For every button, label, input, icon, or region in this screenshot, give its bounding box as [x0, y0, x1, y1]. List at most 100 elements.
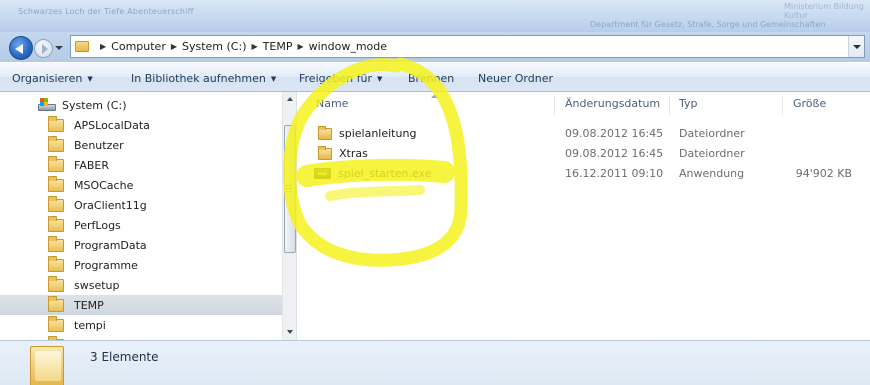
item-count: 3 Elemente — [90, 350, 159, 364]
folder-icon — [318, 125, 332, 140]
column-divider[interactable] — [554, 96, 555, 116]
grip-icon — [286, 185, 292, 192]
column-header-type[interactable]: Typ — [679, 97, 698, 117]
forward-arrow-icon[interactable] — [34, 39, 53, 58]
folder-icon — [48, 175, 64, 192]
tree-item-label: ProgramData — [74, 238, 147, 252]
tree-item-faber[interactable]: FABER — [0, 155, 283, 175]
file-name: Xtras — [339, 147, 368, 160]
file-row[interactable]: spielanleitung 09.08.2012 16:45 Dateiord… — [298, 124, 870, 144]
tree-item-temp[interactable]: TEMP — [0, 295, 283, 315]
recent-pages-dropdown-icon[interactable] — [55, 46, 63, 50]
back-arrow-icon[interactable] — [9, 36, 33, 60]
tree-item-oraclient11g[interactable]: OraClient11g — [0, 195, 283, 215]
column-divider[interactable] — [669, 96, 670, 116]
breadcrumb-computer[interactable]: Computer — [111, 40, 166, 53]
file-name: spiel_starten.exe — [338, 167, 432, 180]
file-type: Dateiordner — [679, 147, 745, 160]
file-name-cell[interactable]: spielanleitung — [318, 125, 417, 140]
folder-icon — [48, 195, 64, 212]
file-date: 16.12.2011 09:10 — [565, 167, 664, 180]
folder-icon — [30, 346, 64, 385]
tree-item-programme[interactable]: Programme — [0, 255, 283, 275]
file-size: 94'902 KB — [795, 167, 852, 180]
file-date: 09.08.2012 16:45 — [565, 127, 664, 140]
file-row[interactable]: spiel_starten.exe 16.12.2011 09:10 Anwen… — [298, 164, 870, 184]
tree-item-msocache[interactable]: MSOCache — [0, 175, 283, 195]
scroll-up-arrow-icon[interactable] — [283, 92, 296, 107]
chevron-down-icon: ▼ — [376, 74, 383, 83]
burn-button[interactable]: Brennen — [408, 72, 454, 85]
folder-icon — [75, 41, 89, 52]
share-with-button[interactable]: Freigeben für ▼ — [299, 72, 382, 85]
chevron-right-icon[interactable]: ▶ — [171, 42, 177, 51]
folder-icon — [48, 295, 64, 312]
file-list: Name Änderungsdatum Typ Größe spielanlei… — [298, 92, 870, 340]
file-row[interactable]: Xtras 09.08.2012 16:45 Dateiordner — [298, 144, 870, 164]
folder-icon — [48, 275, 64, 292]
scroll-down-arrow-icon[interactable] — [283, 325, 296, 340]
chevron-right-icon[interactable]: ▶ — [252, 42, 258, 51]
nav-pane-scrollbar[interactable] — [282, 92, 296, 340]
tree-item-label: PerfLogs — [74, 218, 121, 232]
sort-ascending-icon — [431, 94, 439, 98]
tree-item-system-c[interactable]: System (C:) — [0, 95, 283, 115]
drive-icon — [38, 98, 56, 112]
new-folder-label: Neuer Ordner — [478, 72, 553, 85]
folder-icon — [48, 255, 64, 272]
file-name: spielanleitung — [339, 127, 417, 140]
column-divider[interactable] — [782, 96, 783, 116]
breadcrumb-window-mode[interactable]: window_mode — [309, 40, 387, 53]
file-date: 09.08.2012 16:45 — [565, 147, 664, 160]
address-dropdown-icon[interactable] — [848, 36, 864, 57]
title-bar: Schwarzes Loch der Tiefe Abenteuerschiff… — [0, 0, 870, 32]
file-name-cell[interactable]: spiel_starten.exe — [314, 167, 431, 180]
header-far-right-text: Ministerium Bildung Kultur — [784, 2, 864, 20]
organize-button[interactable]: Organisieren ▼ — [12, 72, 93, 85]
new-folder-button[interactable]: Neuer Ordner — [478, 72, 553, 85]
folder-icon — [48, 135, 64, 152]
file-type: Anwendung — [679, 167, 745, 180]
column-header-size[interactable]: Größe — [793, 97, 826, 117]
tree-item-label: Benutzer — [74, 138, 124, 152]
file-type: Dateiordner — [679, 127, 745, 140]
tree-item-label: TEMP — [74, 298, 104, 312]
tree-item-swsetup[interactable]: swsetup — [0, 275, 283, 295]
share-with-label: Freigeben für — [299, 72, 372, 85]
tree-item-label: OraClient11g — [74, 198, 147, 212]
navigation-pane: System (C:) APSLocalData Benutzer FABER … — [0, 92, 297, 340]
address-bar[interactable]: ▶ Computer ▶ System (C:) ▶ TEMP ▶ window… — [70, 35, 865, 58]
burn-label: Brennen — [408, 72, 455, 85]
breadcrumb-temp[interactable]: TEMP — [263, 40, 293, 53]
folder-icon — [48, 235, 64, 252]
tree-item-label: FABER — [74, 158, 109, 172]
tree-item-tempi[interactable]: tempi — [0, 315, 283, 335]
details-pane: 3 Elemente — [0, 340, 870, 385]
tree-item-apslocaldata[interactable]: APSLocalData — [0, 115, 283, 135]
folder-icon — [48, 155, 64, 172]
organize-label: Organisieren — [12, 72, 83, 85]
window-title: Schwarzes Loch der Tiefe Abenteuerschiff — [18, 7, 194, 16]
add-to-library-label: In Bibliothek aufnehmen — [131, 72, 266, 85]
tree-item-label: System (C:) — [62, 98, 127, 112]
tree-item-label: MSOCache — [74, 178, 134, 192]
add-to-library-button[interactable]: In Bibliothek aufnehmen ▼ — [131, 72, 276, 85]
chevron-right-icon[interactable]: ▶ — [100, 42, 106, 51]
tree-item-perflogs[interactable]: PerfLogs — [0, 215, 283, 235]
chevron-right-icon[interactable]: ▶ — [297, 42, 303, 51]
chevron-down-icon: ▼ — [87, 74, 93, 83]
tree-item-programdata[interactable]: ProgramData — [0, 235, 283, 255]
chevron-down-icon: ▼ — [270, 74, 277, 83]
tree-item-label: Programme — [74, 258, 138, 272]
tree-item-benutzer[interactable]: Benutzer — [0, 135, 283, 155]
folder-icon — [318, 145, 332, 160]
breadcrumb-system-c[interactable]: System (C:) — [182, 40, 247, 53]
command-bar: Organisieren ▼ In Bibliothek aufnehmen ▼… — [0, 62, 870, 92]
file-name-cell[interactable]: Xtras — [318, 145, 368, 160]
tree-item-label: swsetup — [74, 278, 120, 292]
folder-icon — [48, 215, 64, 232]
folder-icon — [48, 315, 64, 332]
column-header-name[interactable]: Name — [316, 97, 348, 117]
tree-item-label: tempi — [74, 318, 106, 332]
column-header-date[interactable]: Änderungsdatum — [565, 97, 660, 117]
